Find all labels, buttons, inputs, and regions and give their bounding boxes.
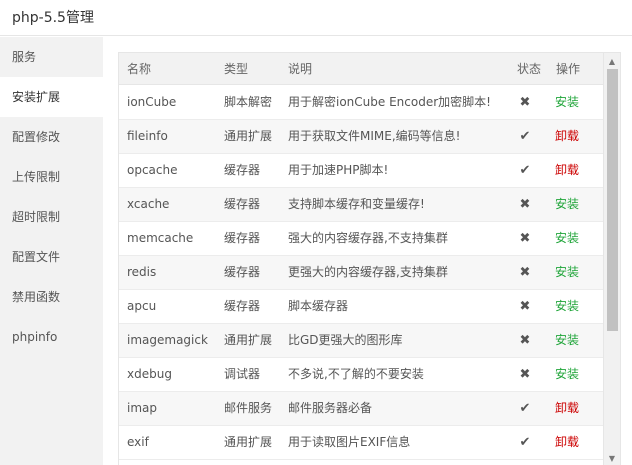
extension-type: 通用扩展 [224,435,273,449]
scrollbar-thumb[interactable] [607,69,618,331]
install-link[interactable]: 安装 [555,324,595,357]
install-link[interactable]: 安装 [555,358,595,391]
table-row: exif 通用扩展 用于读取图片EXIF信息 ✔ 卸载 [119,426,604,460]
sidebar-item-timeout-limit[interactable]: 超时限制 [0,197,103,237]
table-row: redis 缓存器 更强大的内容缓存器,支持集群 ✖ 安装 [119,256,604,290]
extension-type: 缓存器 [224,231,261,245]
table-row: memcache 缓存器 强大的内容缓存器,不支持集群 ✖ 安装 [119,222,604,256]
extension-description: 用于加速PHP脚本! [288,163,389,177]
extension-type: 通用扩展 [224,129,273,143]
extension-type: 缓存器 [224,163,261,177]
install-link[interactable]: 安装 [555,188,595,221]
scroll-up-arrow-icon[interactable]: ▲ [604,55,620,69]
scroll-down-arrow-icon[interactable]: ▼ [604,452,620,465]
table-row: imagemagick 通用扩展 比GD更强大的图形库 ✖ 安装 [119,324,604,358]
table-header: 名称 类型 说明 状态 操作 [119,53,604,85]
sidebar-item-upload-limit[interactable]: 上传限制 [0,157,103,197]
extension-name: xcache [127,197,170,211]
extension-name: memcache [127,231,194,245]
extension-name: redis [127,265,157,279]
cross-icon: ✖ [519,299,531,314]
table-row: fileinfo 通用扩展 用于获取文件MIME,编码等信息! ✔ 卸载 [119,120,604,154]
table-row: apcu 缓存器 脚本缓存器 ✖ 安装 [119,290,604,324]
window-titlebar: php-5.5管理 [0,0,632,36]
install-link[interactable]: 安装 [555,86,595,119]
main-content: 名称 类型 说明 状态 操作 ionCube 脚本解密 用于解密ionCube En… [103,37,632,465]
uninstall-link[interactable]: 卸载 [555,426,595,459]
extension-description: 邮件服务器必备 [288,401,373,415]
header-name: 名称 [127,62,152,76]
extension-name: fileinfo [127,129,168,143]
check-icon: ✔ [519,401,531,416]
sidebar-item-config-edit[interactable]: 配置修改 [0,117,103,157]
sidebar: 服务 安装扩展 配置修改 上传限制 超时限制 配置文件 禁用函数 phpinfo [0,37,103,465]
extension-name: imagemagick [127,333,208,347]
table-row: xcache 缓存器 支持脚本缓存和变量缓存! ✖ 安装 [119,188,604,222]
extension-description: 脚本缓存器 [288,299,349,313]
cross-icon: ✖ [519,231,531,246]
sidebar-item-disabled-functions[interactable]: 禁用函数 [0,277,103,317]
header-operation: 操作 [556,62,581,76]
table-scrollbar[interactable]: ▲ ▼ [603,53,620,465]
uninstall-link[interactable]: 卸载 [555,154,595,187]
extension-description: 用于获取文件MIME,编码等信息! [288,129,461,143]
cross-icon: ✖ [519,95,531,110]
table-row: ionCube 脚本解密 用于解密ionCube Encoder加密脚本! ✖ 安装 [119,86,604,120]
check-icon: ✔ [519,163,531,178]
install-link[interactable]: 安装 [555,222,595,255]
extension-description: 更强大的内容缓存器,支持集群 [288,265,448,279]
extension-name: exif [127,435,149,449]
extension-description: 强大的内容缓存器,不支持集群 [288,231,448,245]
extension-type: 缓存器 [224,265,261,279]
table-row: xdebug 调试器 不多说,不了解的不要安装 ✖ 安装 [119,358,604,392]
sidebar-item-config-file[interactable]: 配置文件 [0,237,103,277]
extension-description: 用于解密ionCube Encoder加密脚本! [288,95,491,109]
check-icon: ✔ [519,435,531,450]
extension-description: 用于读取图片EXIF信息 [288,435,411,449]
extension-description: 不多说,不了解的不要安装 [288,367,424,381]
sidebar-item-service[interactable]: 服务 [0,37,103,77]
table-body: ionCube 脚本解密 用于解密ionCube Encoder加密脚本! ✖ 安装 fi… [119,86,604,460]
cross-icon: ✖ [519,197,531,212]
extension-name: opcache [127,163,178,177]
cross-icon: ✖ [519,333,531,348]
extension-type: 调试器 [224,367,261,381]
cross-icon: ✖ [519,367,531,382]
table-row: imap 邮件服务 邮件服务器必备 ✔ 卸载 [119,392,604,426]
header-description: 说明 [288,62,313,76]
extension-name: xdebug [127,367,172,381]
cross-icon: ✖ [519,265,531,280]
extension-name: apcu [127,299,157,313]
sidebar-item-phpinfo[interactable]: phpinfo [0,317,103,357]
header-type: 类型 [224,62,249,76]
extension-type: 邮件服务 [224,401,273,415]
extension-type: 缓存器 [224,299,261,313]
header-status: 状态 [517,62,542,76]
install-link[interactable]: 安装 [555,256,595,289]
extension-type: 缓存器 [224,197,261,211]
extension-type: 脚本解密 [224,95,273,109]
extension-description: 支持脚本缓存和变量缓存! [288,197,425,211]
extensions-table: 名称 类型 说明 状态 操作 ionCube 脚本解密 用于解密ionCube En… [118,52,621,465]
extension-description: 比GD更强大的图形库 [288,333,403,347]
extension-name: imap [127,401,157,415]
extension-type: 通用扩展 [224,333,273,347]
window-title: php-5.5管理 [12,10,94,26]
check-icon: ✔ [519,129,531,144]
install-link[interactable]: 安装 [555,290,595,323]
sidebar-item-install-extension[interactable]: 安装扩展 [0,77,103,117]
table-row: opcache 缓存器 用于加速PHP脚本! ✔ 卸载 [119,154,604,188]
uninstall-link[interactable]: 卸载 [555,392,595,425]
uninstall-link[interactable]: 卸载 [555,120,595,153]
extension-name: ionCube [127,95,177,109]
